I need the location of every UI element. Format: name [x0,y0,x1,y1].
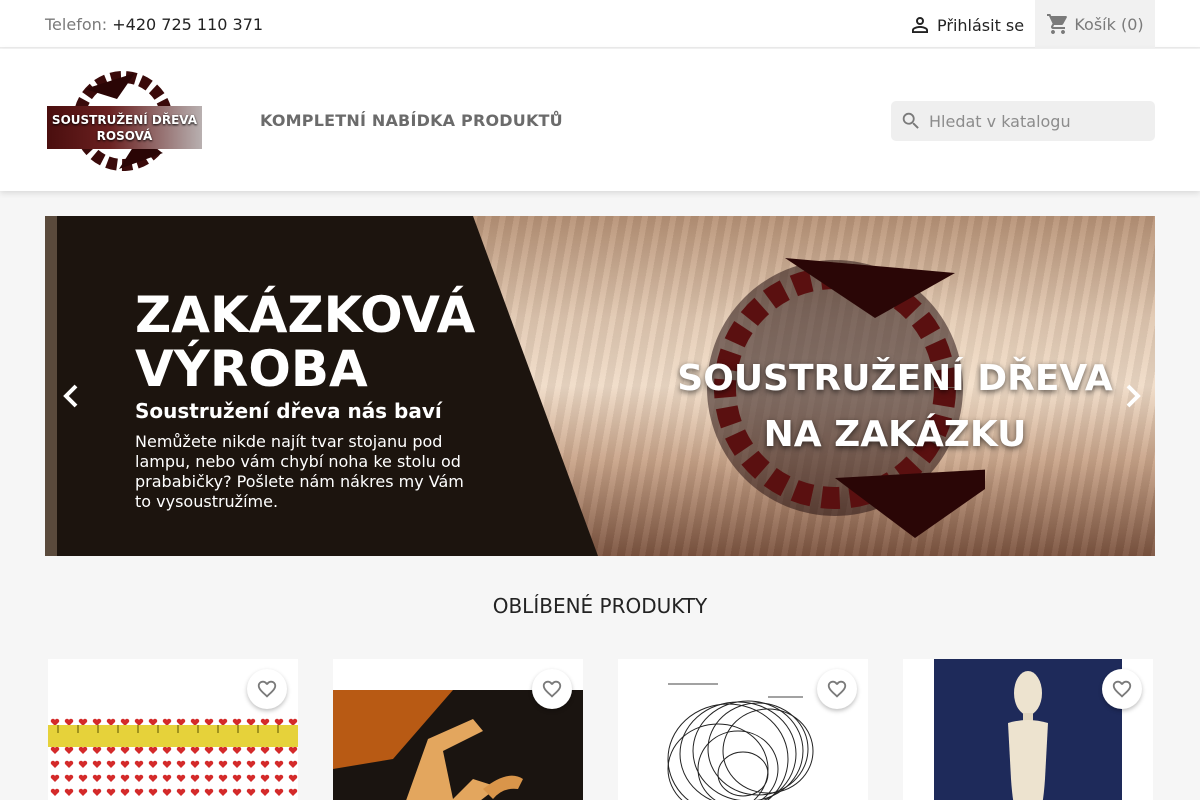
product-card[interactable] [618,659,868,800]
logo-text: SOUSTRUŽENÍ DŘEVA ROSOVÁ [47,106,202,149]
product-card[interactable] [333,659,583,800]
overlay-line-2: NA ZAKÁZKU [763,414,1027,455]
slide-subtitle: Soustružení dřeva nás baví [135,399,442,423]
signin-link[interactable]: Přihlásit se [908,13,1024,37]
logo-line-2: ROSOVÁ [96,128,153,143]
slide-edge-strip [45,216,57,556]
heart-outline-icon [257,680,277,698]
contact-phone: Telefon: +420 725 110 371 [45,15,263,34]
wishlist-button[interactable] [532,669,572,709]
search-input[interactable] [929,101,1149,141]
overlay-line-1: SOUSTRUŽENÍ DŘEVA [677,358,1113,399]
site-logo[interactable]: SOUSTRUŽENÍ DŘEVA ROSOVÁ [45,69,205,173]
heart-outline-icon [827,680,847,698]
wishlist-button[interactable] [1102,669,1142,709]
heart-outline-icon [542,680,562,698]
phone-label: Telefon: [45,15,108,34]
logo-line-1: SOUSTRUŽENÍ DŘEVA [51,112,198,127]
product-card[interactable] [903,659,1153,800]
wishlist-button[interactable] [247,669,287,709]
search-icon[interactable] [900,110,922,132]
main-header: SOUSTRUŽENÍ DŘEVA ROSOVÁ KOMPLETNÍ NABÍD… [0,49,1200,191]
slide-overlay-text: SOUSTRUŽENÍ DŘEVA NA ZAKÁZKU [645,351,1145,463]
nav-all-products[interactable]: KOMPLETNÍ NABÍDKA PRODUKTŮ [260,111,563,130]
person-icon [912,17,928,33]
cart-label: Košík [1074,14,1116,34]
slider-prev-button[interactable] [59,382,83,410]
slider-next-button[interactable] [1121,382,1145,410]
cart-button[interactable]: Košík (0) [1035,0,1155,48]
slide-description: Nemůžete nikde najít tvar stojanu pod la… [135,432,464,511]
signin-label: Přihlásit se [937,15,1025,35]
hero-slider: ZAKÁZKOVÁ VÝROBA Soustružení dřeva nás b… [45,216,1155,556]
top-bar: Telefon: +420 725 110 371 Přihlásit se K… [0,0,1200,48]
slide-title: ZAKÁZKOVÁ VÝROBA [135,286,476,398]
featured-products-title: OBLÍBENÉ PRODUKTY [492,594,708,618]
wishlist-button[interactable] [817,669,857,709]
chevron-right-icon [1126,384,1141,408]
shopping-cart-icon [1047,14,1068,34]
search-box [891,101,1155,141]
chevron-left-icon [63,384,78,408]
cart-count: (0) [1120,14,1144,34]
product-card[interactable] [48,659,298,800]
heart-outline-icon [1112,680,1132,698]
phone-number[interactable]: +420 725 110 371 [112,15,263,34]
